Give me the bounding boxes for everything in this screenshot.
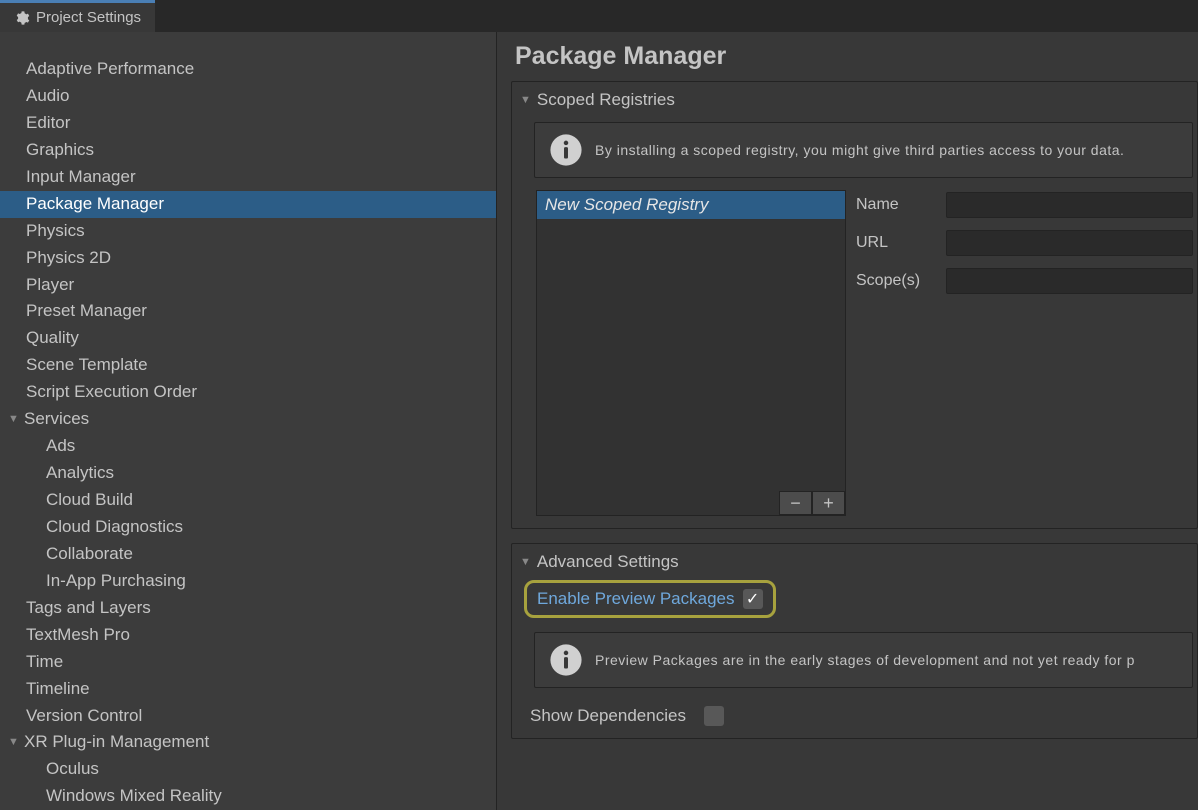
add-registry-button[interactable]: +	[812, 491, 845, 515]
sidebar-item-cloud-build[interactable]: Cloud Build	[0, 487, 496, 514]
remove-registry-button[interactable]: −	[779, 491, 812, 515]
sidebar-item-time[interactable]: Time	[0, 649, 496, 676]
registry-warning-box: By installing a scoped registry, you mig…	[534, 122, 1193, 178]
sidebar-group-label: XR Plug-in Management	[24, 731, 209, 754]
tab-bar: Project Settings	[0, 0, 1198, 32]
chevron-down-icon: ▼	[520, 556, 531, 568]
scopes-label: Scope(s)	[856, 272, 938, 290]
sidebar-group-services[interactable]: ▼ Services	[0, 406, 496, 433]
enable-preview-packages-row: Enable Preview Packages ✓	[524, 580, 776, 618]
sidebar-group-label: Services	[24, 408, 89, 431]
page-title: Package Manager	[511, 42, 1198, 71]
show-dependencies-label: Show Dependencies	[530, 706, 686, 726]
sidebar-item-adaptive-performance[interactable]: Adaptive Performance	[0, 56, 496, 83]
scoped-registries-header[interactable]: ▼ Scoped Registries	[516, 90, 1193, 118]
sidebar-item-analytics[interactable]: Analytics	[0, 460, 496, 487]
scoped-registries-section: ▼ Scoped Registries By installing a scop…	[511, 81, 1198, 529]
name-input[interactable]	[946, 192, 1193, 218]
gear-icon	[14, 10, 30, 26]
content-panel: Package Manager ▼ Scoped Registries By i…	[497, 32, 1198, 810]
warning-icon	[549, 133, 583, 167]
sidebar-item-scene-template[interactable]: Scene Template	[0, 352, 496, 379]
sidebar-item-ads[interactable]: Ads	[0, 433, 496, 460]
url-input[interactable]	[946, 230, 1193, 256]
sidebar-item-graphics[interactable]: Graphics	[0, 137, 496, 164]
registry-form: Name URL Scope(s)	[856, 190, 1193, 516]
advanced-settings-header-label: Advanced Settings	[537, 552, 679, 572]
advanced-settings-section: ▼ Advanced Settings Enable Preview Packa…	[511, 543, 1198, 739]
sidebar-item-wmr[interactable]: Windows Mixed Reality	[0, 783, 496, 810]
preview-warning-text: Preview Packages are in the early stages…	[595, 652, 1135, 668]
chevron-down-icon: ▼	[8, 735, 20, 750]
sidebar-item-physics[interactable]: Physics	[0, 218, 496, 245]
url-label: URL	[856, 234, 938, 252]
sidebar-item-input-manager[interactable]: Input Manager	[0, 164, 496, 191]
sidebar-item-preset-manager[interactable]: Preset Manager	[0, 298, 496, 325]
sidebar-item-player[interactable]: Player	[0, 272, 496, 299]
registry-list-item[interactable]: New Scoped Registry	[537, 191, 845, 219]
sidebar-item-vcs[interactable]: Version Control	[0, 703, 496, 730]
warning-icon	[549, 643, 583, 677]
scopes-input[interactable]	[946, 268, 1193, 294]
advanced-settings-header[interactable]: ▼ Advanced Settings	[516, 552, 1193, 580]
scoped-registries-header-label: Scoped Registries	[537, 90, 675, 110]
sidebar-item-iap[interactable]: In-App Purchasing	[0, 568, 496, 595]
show-dependencies-checkbox[interactable]	[704, 706, 724, 726]
sidebar-item-script-execution-order[interactable]: Script Execution Order	[0, 379, 496, 406]
chevron-down-icon: ▼	[520, 94, 531, 106]
tab-project-settings[interactable]: Project Settings	[0, 0, 155, 32]
sidebar-item-collaborate[interactable]: Collaborate	[0, 541, 496, 568]
sidebar-item-tmp[interactable]: TextMesh Pro	[0, 622, 496, 649]
sidebar-item-package-manager[interactable]: Package Manager	[0, 191, 496, 218]
sidebar-item-timeline[interactable]: Timeline	[0, 676, 496, 703]
name-label: Name	[856, 196, 938, 214]
sidebar-item-quality[interactable]: Quality	[0, 325, 496, 352]
settings-sidebar: Adaptive PerformanceAudioEditorGraphicsI…	[0, 32, 497, 810]
sidebar-item-tags-layers[interactable]: Tags and Layers	[0, 595, 496, 622]
sidebar-item-cloud-diagnostics[interactable]: Cloud Diagnostics	[0, 514, 496, 541]
preview-warning-box: Preview Packages are in the early stages…	[534, 632, 1193, 688]
chevron-down-icon: ▼	[8, 412, 20, 427]
sidebar-group-xr[interactable]: ▼ XR Plug-in Management	[0, 729, 496, 756]
enable-preview-packages-checkbox[interactable]: ✓	[743, 589, 763, 609]
registry-warning-text: By installing a scoped registry, you mig…	[595, 142, 1124, 158]
registry-list: New Scoped Registry − +	[536, 190, 846, 516]
sidebar-item-audio[interactable]: Audio	[0, 83, 496, 110]
sidebar-item-oculus[interactable]: Oculus	[0, 756, 496, 783]
sidebar-item-editor[interactable]: Editor	[0, 110, 496, 137]
tab-title: Project Settings	[36, 9, 141, 26]
sidebar-item-physics-2d[interactable]: Physics 2D	[0, 245, 496, 272]
enable-preview-packages-label: Enable Preview Packages	[537, 589, 735, 609]
